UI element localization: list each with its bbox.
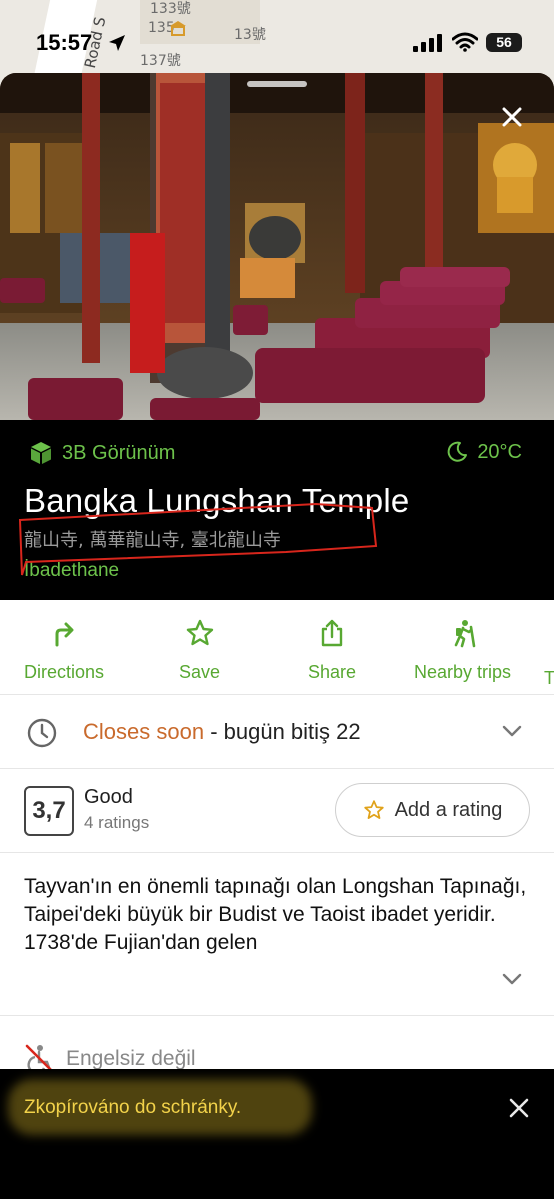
directions-button[interactable]: Directions	[24, 618, 104, 683]
cellular-signal-icon	[413, 34, 442, 52]
more-actions-button[interactable]: T	[544, 668, 554, 689]
directions-icon	[55, 622, 74, 647]
toast-notification: Zkopírováno do schránky.	[0, 1069, 554, 1199]
nearby-trips-button[interactable]: Nearby trips	[414, 618, 511, 683]
temperature-value: 20°C	[477, 440, 522, 463]
chevron-down-icon[interactable]	[500, 967, 524, 991]
clock-icon	[27, 718, 57, 748]
hours-text: Closes soon - bugün bitiş 22	[83, 719, 361, 745]
toast-message: Zkopírováno do schránky.	[24, 1097, 242, 1118]
hiker-icon	[454, 620, 475, 648]
place-photo[interactable]	[0, 73, 554, 420]
page-title: Bangka Lungshan Temple	[24, 482, 410, 519]
weather-indicator: 20°C	[445, 440, 522, 464]
share-button[interactable]: Share	[308, 618, 356, 683]
place-sheet: 3B Görünüm 20°C Bangka Lungshan Temple 龍…	[0, 73, 554, 1199]
map-address-label: 133號	[150, 1, 191, 17]
status-time: 15:57	[36, 30, 93, 55]
chevron-down-icon[interactable]	[500, 719, 524, 743]
add-rating-button[interactable]: Add a rating	[335, 783, 530, 837]
sheet-grabber[interactable]	[247, 81, 307, 87]
rating-row: 3,7 Good 4 ratings Add a rating	[0, 769, 554, 853]
nearby-trips-label: Nearby trips	[414, 662, 512, 682]
rating-score: 3,7	[24, 786, 74, 836]
more-actions-label: T	[544, 668, 554, 688]
alternate-names[interactable]: 龍山寺, 萬華龍山寺, 臺北龍山寺	[24, 526, 281, 552]
share-label: Share	[308, 662, 357, 682]
place-header: 3B Görünüm 20°C Bangka Lungshan Temple 龍…	[0, 420, 554, 600]
close-icon[interactable]	[496, 101, 528, 133]
status-bar: 15:57 56	[0, 24, 554, 64]
action-bar: Directions Save Share Nearby trips T	[0, 600, 554, 695]
star-icon	[186, 619, 213, 646]
add-rating-label: Add a rating	[394, 798, 503, 821]
share-icon	[321, 619, 343, 647]
view-3d-label: 3B Görünüm	[62, 441, 176, 464]
save-label: Save	[179, 662, 221, 682]
view-3d-button[interactable]: 3B Görünüm	[28, 440, 175, 466]
cube-3d-icon	[31, 442, 51, 464]
battery-indicator: 56	[486, 33, 522, 52]
directions-label: Directions	[24, 662, 105, 682]
save-button[interactable]: Save	[179, 618, 220, 683]
rating-word: Good	[84, 786, 133, 808]
wifi-icon	[452, 32, 478, 52]
opening-hours-row[interactable]: Closes soon - bugün bitiş 22	[0, 695, 554, 769]
rating-count[interactable]: 4 ratings	[84, 813, 149, 833]
place-description[interactable]: Tayvan'ın en önemli tapınağı olan Longsh…	[24, 873, 530, 957]
moon-icon	[447, 441, 468, 462]
location-arrow-icon	[109, 35, 125, 51]
place-category[interactable]: İbadethane	[24, 560, 119, 582]
star-icon	[363, 800, 384, 819]
hours-detail: - bugün bitiş 22	[204, 719, 361, 744]
accessibility-label: Engelsiz değil	[66, 1047, 196, 1070]
temple-interior-image	[0, 73, 554, 420]
close-icon[interactable]	[506, 1095, 532, 1121]
closes-soon-status: Closes soon	[83, 719, 205, 744]
divider	[0, 1015, 554, 1016]
